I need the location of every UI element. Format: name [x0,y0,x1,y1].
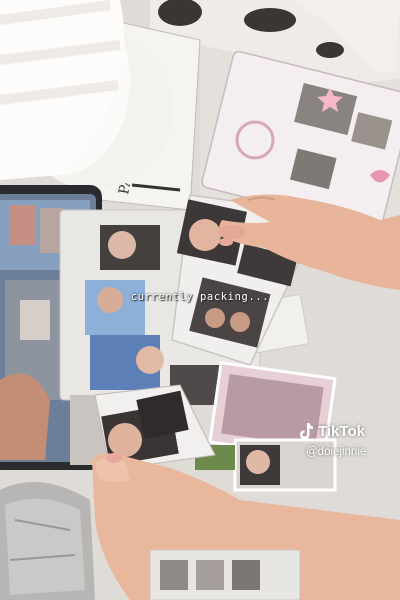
tiktok-watermark: TikTok [298,422,365,440]
tiktok-brand-text: TikTok [318,422,365,440]
packing-bags [0,482,95,600]
bottom-sleeves [149,549,301,600]
video-caption: currently packing... [130,291,270,303]
video-frame: PAPER [0,0,400,600]
tiktok-logo-icon [300,423,313,439]
creator-handle: @doiejinnie [306,446,367,458]
